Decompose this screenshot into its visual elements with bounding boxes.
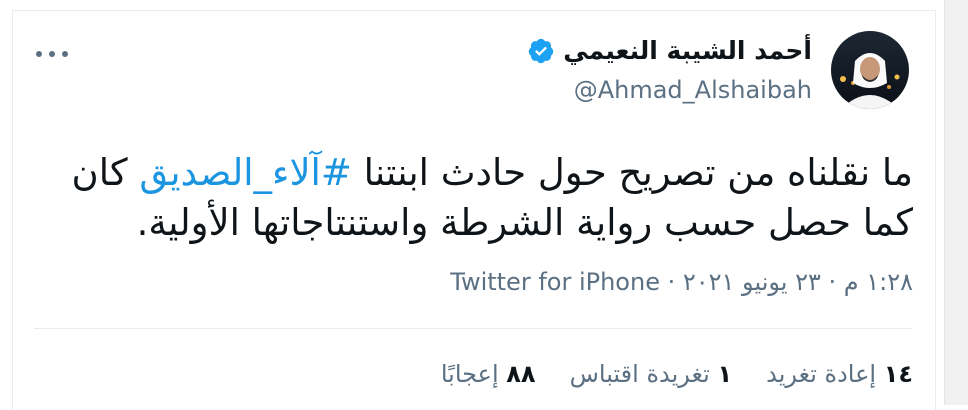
avatar[interactable] bbox=[831, 31, 909, 109]
stat-value: ٨٨ bbox=[506, 360, 536, 388]
stat-likes[interactable]: ٨٨ إعجابًا bbox=[441, 360, 536, 388]
more-dot bbox=[62, 51, 68, 57]
stat-label: تغريدة اقتباس bbox=[569, 360, 710, 388]
tweet-meta: ١:٢٨ م · ٢٣ يونيو ٢٠٢١ · Twitter for iPh… bbox=[450, 268, 913, 296]
display-name-row[interactable]: أحمد الشيبة النعيمي bbox=[527, 36, 812, 65]
divider bbox=[34, 328, 912, 329]
more-options-icon[interactable] bbox=[36, 44, 68, 64]
meta-separator: · bbox=[659, 268, 683, 296]
tweet-text: ما نقلناه من تصريح حول حادث ابنتنا #آلاء… bbox=[53, 148, 913, 248]
stat-value: ١٤ bbox=[883, 360, 913, 388]
author-name[interactable]: أحمد الشيبة النعيمي bbox=[563, 36, 812, 65]
hashtag-link[interactable]: #آلاء_الصديق bbox=[139, 151, 352, 194]
author-handle[interactable]: @Ahmad_Alshaibah bbox=[574, 76, 812, 104]
stat-label: إعادة تغريد bbox=[766, 360, 877, 388]
scrollbar[interactable] bbox=[944, 0, 968, 405]
tweet-stats: ١٤ إعادة تغريد ١ تغريدة اقتباس ٨٨ إعجابً… bbox=[441, 360, 913, 388]
more-dot bbox=[36, 51, 42, 57]
stat-retweets[interactable]: ١٤ إعادة تغريد bbox=[766, 360, 913, 388]
verified-badge-icon bbox=[527, 37, 555, 65]
tweet-timestamp[interactable]: ١:٢٨ م · ٢٣ يونيو ٢٠٢١ bbox=[683, 268, 913, 296]
stat-label: إعجابًا bbox=[440, 360, 499, 388]
stat-value: ١ bbox=[717, 360, 733, 388]
more-dot bbox=[49, 51, 55, 57]
tweet-text-part: ما نقلناه من تصريح حول حادث ابنتنا bbox=[351, 151, 913, 194]
stat-quotes[interactable]: ١ تغريدة اقتباس bbox=[570, 360, 733, 388]
tweet-source[interactable]: Twitter for iPhone bbox=[450, 268, 660, 296]
